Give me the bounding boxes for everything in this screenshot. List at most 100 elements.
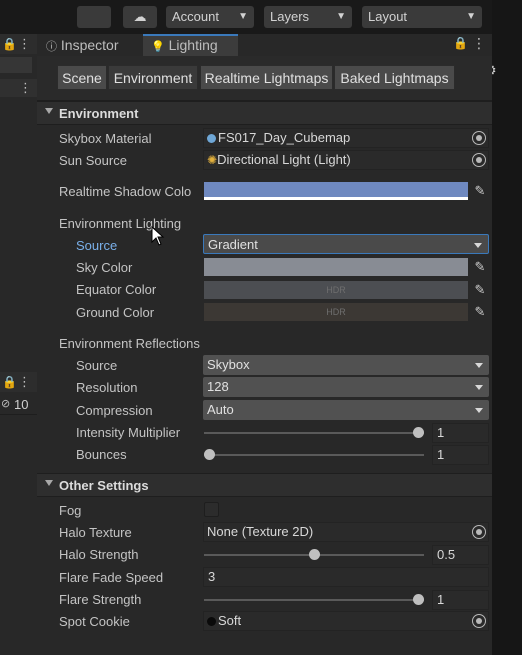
info-icon: ⓘ [46,41,57,53]
skybox-material-field[interactable]: FS017_Day_Cubemap [203,128,489,148]
layout-dropdown[interactable]: Layout ▼ [362,6,482,28]
tab-inspector-label: Inspector [60,37,119,53]
bounces-input[interactable]: 1 [432,445,489,465]
halo-strength-input[interactable]: 0.5 [432,545,489,565]
skybox-material-value: FS017_Day_Cubemap [218,130,351,145]
ground-color-label: Ground Color [76,305,155,320]
halo-texture-value: None (Texture 2D) [207,524,314,539]
lock-icon[interactable]: 🔒 [453,36,468,50]
eyedropper-icon[interactable]: ✎ [471,258,489,276]
hdr-badge: HDR [326,307,346,317]
halo-texture-field[interactable]: None (Texture 2D) [203,522,489,542]
lightbulb-icon: 💡 [151,41,165,53]
left-search-field[interactable] [0,57,32,73]
sky-color-swatch[interactable] [204,258,468,276]
layout-label: Layout [368,9,408,24]
layers-dropdown[interactable]: Layers ▼ [264,6,352,28]
sky-color-label: Sky Color [76,260,133,275]
intensity-multiplier-label: Intensity Multiplier [76,425,181,440]
account-label: Account [172,9,219,24]
left-panel [0,34,37,655]
bounces-slider-track[interactable] [204,454,424,456]
resolution-value: 128 [207,379,229,394]
collab-button[interactable] [77,6,111,28]
light-icon: ✺ [207,153,218,167]
hidden-objects-toggle[interactable]: ⊘ 10 [0,396,37,414]
other-settings-section-header[interactable]: Other Settings [37,473,492,497]
fog-checkbox[interactable] [204,502,219,517]
left-panel-header: 🔒 ⋮ [0,34,37,54]
hdr-badge: HDR [326,285,346,295]
realtime-shadow-color-swatch[interactable] [204,182,468,200]
eyedropper-icon[interactable]: ✎ [471,303,489,321]
tab-inspector[interactable]: ⓘ Inspector [46,34,136,56]
more-icon[interactable]: ⋮ [18,36,31,52]
chevron-down-icon: ▼ [466,11,476,22]
foldout-arrow-icon [45,108,53,114]
left-panel-header-2: 🔒 ⋮ [0,372,37,392]
chevron-down-icon: ▼ [336,11,346,22]
compression-dropdown[interactable]: Auto [203,400,489,420]
environment-section-header[interactable]: Environment [37,101,492,125]
resolution-dropdown[interactable]: 128 [203,377,489,397]
compression-label: Compression [76,403,153,418]
intensity-slider-handle[interactable] [413,427,424,438]
environment-reflections-label: Environment Reflections [59,336,200,351]
object-picker-icon[interactable] [472,614,486,628]
halo-texture-label: Halo Texture [59,525,132,540]
lighting-source-dropdown[interactable]: Gradient [203,234,489,254]
object-picker-icon[interactable] [472,153,486,167]
bounces-label: Bounces [76,447,127,462]
compression-value: Auto [207,402,234,417]
eye-slash-icon: ⊘ [1,398,11,410]
skybox-material-label: Skybox Material [59,131,152,146]
halo-strength-label: Halo Strength [59,547,139,562]
chevron-down-icon [475,408,483,413]
chevron-down-icon [475,363,483,368]
halo-strength-slider-handle[interactable] [308,549,320,560]
spot-cookie-field[interactable]: Soft [203,611,489,631]
lock-icon[interactable]: 🔒 [2,375,17,389]
chevron-down-icon: ▼ [238,11,248,22]
flare-fade-speed-label: Flare Fade Speed [59,570,164,585]
flare-strength-input[interactable]: 1 [432,590,489,610]
flare-fade-speed-input[interactable]: 3 [203,567,489,587]
layers-label: Layers [270,9,310,24]
subtab-baked-lightmaps[interactable]: Baked Lightmaps [334,65,455,90]
subtab-scene[interactable]: Scene [57,65,107,90]
intensity-slider-track[interactable] [204,432,424,434]
more-icon[interactable]: ⋮ [472,35,486,52]
realtime-shadow-color-label: Realtime Shadow Colo [59,184,192,199]
flare-strength-label: Flare Strength [59,592,142,607]
subtab-environment[interactable]: Environment [108,65,198,90]
flare-strength-slider-handle[interactable] [413,594,424,605]
fog-label: Fog [59,503,82,518]
eyedropper-icon[interactable]: ✎ [471,281,489,299]
intensity-input[interactable]: 1 [432,423,489,443]
texture-icon [207,617,216,626]
equator-color-label: Equator Color [76,282,157,297]
object-picker-icon[interactable] [472,525,486,539]
reflection-source-dropdown[interactable]: Skybox [203,355,489,375]
sun-source-value: Directional Light (Light) [217,152,351,167]
right-gutter [492,0,522,655]
more-icon[interactable]: ⋮ [18,374,31,390]
eyedropper-icon[interactable]: ✎ [471,182,489,200]
account-dropdown[interactable]: Account ▼ [166,6,254,28]
equator-color-swatch[interactable]: HDR [204,281,468,299]
bounces-slider-handle[interactable] [204,449,215,460]
resolution-label: Resolution [76,380,138,395]
lock-icon[interactable]: 🔒 [2,37,17,51]
environment-header-label: Environment [59,106,139,121]
tab-lighting[interactable]: 💡 Lighting [143,34,238,56]
subtab-realtime-lightmaps[interactable]: Realtime Lightmaps [200,65,333,90]
sun-source-field[interactable]: ✺Directional Light (Light) [203,150,489,170]
more-icon[interactable]: ⋮ [19,80,32,96]
left-row[interactable]: ⋮ [0,79,37,97]
flare-strength-slider-track[interactable] [204,599,424,601]
cloud-button[interactable]: ☁ [123,6,157,28]
ground-color-swatch[interactable]: HDR [204,303,468,321]
chevron-down-icon [475,385,483,390]
object-picker-icon[interactable] [472,131,486,145]
sun-source-label: Sun Source [59,153,127,168]
